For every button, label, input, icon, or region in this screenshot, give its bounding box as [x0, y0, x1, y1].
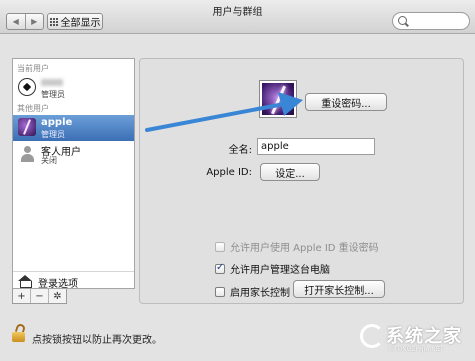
watermark-text: 系统之家 [386, 326, 462, 347]
checkbox[interactable] [215, 286, 225, 297]
open-parental-controls-button[interactable]: 打开家长控制... [293, 280, 385, 298]
lock-icon[interactable] [12, 322, 27, 342]
current-user-role: 管理员 [41, 90, 65, 99]
user-row-apple[interactable]: apple 管理员 [13, 115, 134, 141]
full-name-label: 全名: [228, 145, 252, 156]
allow-admin-checkbox-row[interactable]: 允许用户管理这台电脑 [215, 261, 330, 276]
watermark: 系统之家 XITONGZHIJIA.NET [360, 316, 472, 358]
user-list: 当前用户 管理员 其他用户 apple 管理员 客人用户 关闭 登录选项 [12, 58, 135, 290]
watermark-url: XITONGZHIJIA.NET [388, 346, 444, 353]
grid-icon [49, 17, 58, 26]
lock-hint-text: 点按锁按钮以防止再次更改。 [32, 335, 162, 346]
search-icon [398, 16, 407, 25]
remove-user-button[interactable]: − [30, 289, 48, 303]
guest-user-icon [18, 144, 36, 162]
blurred-username [41, 79, 63, 86]
user-picture[interactable] [259, 80, 297, 118]
show-all-label: 全部显示 [60, 18, 101, 29]
checkbox-label: 启用家长控制 [230, 288, 290, 299]
house-icon [18, 275, 32, 288]
allow-reset-with-apple-id[interactable]: 允许用户使用 Apple ID 重设密码 [215, 239, 379, 254]
user-row-guest[interactable]: 客人用户 关闭 [13, 141, 134, 167]
full-name-field[interactable]: apple [257, 138, 375, 155]
lightning-avatar [18, 118, 36, 136]
reset-password-button[interactable]: 重设密码... [305, 93, 387, 111]
soccer-ball-avatar [18, 78, 36, 96]
back-button[interactable]: ◀ [7, 14, 25, 29]
login-options-label: 登录选项 [38, 279, 78, 290]
sidebar-toolbar: + − ✲ [12, 289, 67, 304]
gear-icon[interactable]: ✲ [48, 289, 66, 303]
current-users-heading: 当前用户 [17, 64, 49, 73]
add-user-button[interactable]: + [13, 289, 30, 303]
title-bar: 用户与群组 ◀ ▶ 全部显示 [0, 0, 475, 34]
forward-button[interactable]: ▶ [24, 14, 44, 29]
nav-buttons: ◀ ▶ [6, 13, 44, 30]
user-name: apple [41, 117, 73, 128]
user-role: 关闭 [41, 156, 57, 165]
checkbox-label: 允许用户管理这台电脑 [230, 265, 330, 276]
apple-id-set-button[interactable]: 设定... [260, 163, 320, 181]
user-role: 管理员 [41, 130, 65, 139]
search-input[interactable] [392, 12, 470, 30]
other-users-heading: 其他用户 [17, 104, 49, 113]
checkbox-label: 允许用户使用 Apple ID 重设密码 [230, 243, 379, 254]
checkbox[interactable] [215, 241, 225, 252]
lightning-avatar [262, 83, 294, 115]
checkbox[interactable] [215, 262, 225, 274]
show-all-button[interactable]: 全部显示 [47, 13, 103, 30]
apple-id-label: Apple ID: [206, 167, 252, 178]
user-detail-panel: 重设密码... 全名: apple Apple ID: 设定... 允许用户使用… [139, 58, 464, 304]
watermark-logo-icon [360, 324, 384, 348]
parental-controls-checkbox-row[interactable]: 启用家长控制 [215, 284, 290, 299]
login-options-item[interactable]: 登录选项 [13, 271, 134, 290]
user-row-current[interactable]: 管理员 [13, 75, 134, 101]
